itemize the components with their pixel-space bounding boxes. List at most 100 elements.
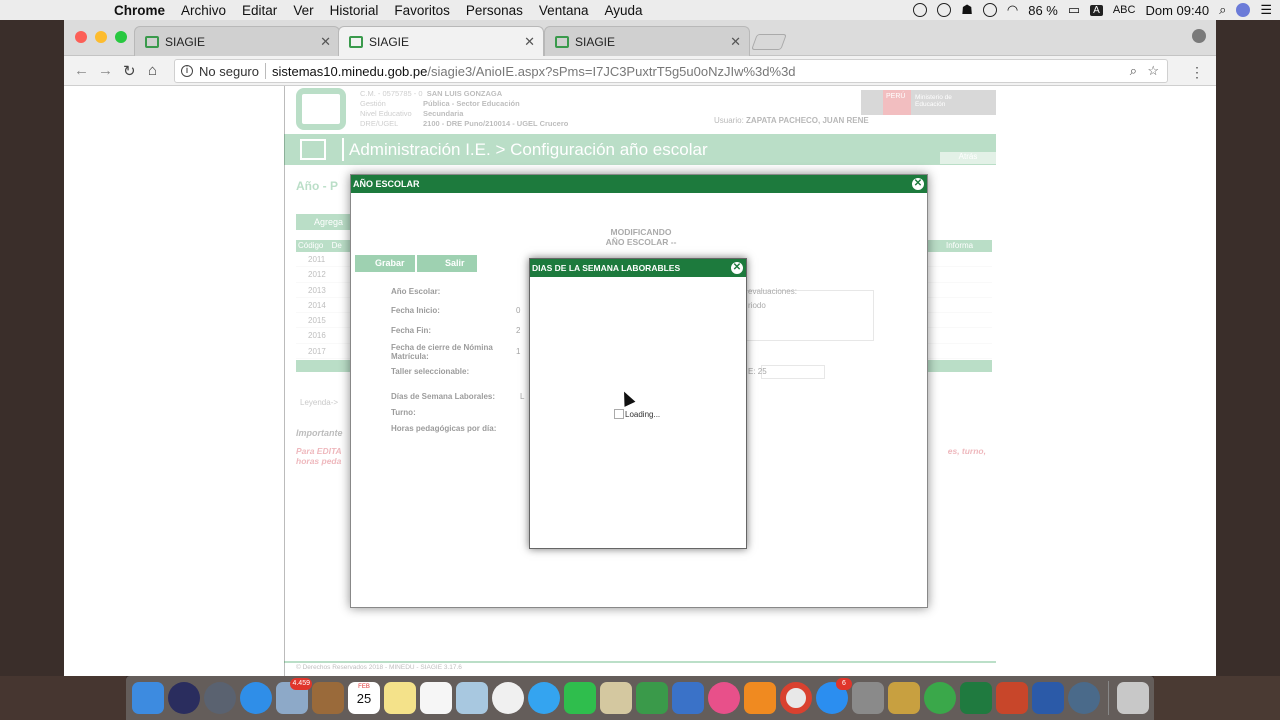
dialog-title: DIAS DE LA SEMANA LABORABLES (530, 259, 746, 277)
menu-app-chrome[interactable]: Chrome (114, 3, 165, 18)
safari-icon[interactable] (240, 682, 272, 714)
siagie-favicon (145, 35, 159, 48)
preview-icon[interactable] (456, 682, 488, 714)
mail-icon[interactable]: 4.459 (276, 678, 312, 714)
address-bar[interactable]: i No seguro sistemas10.minedu.gob.pe /si… (174, 59, 1168, 83)
col-codigo: Código (298, 241, 324, 250)
minimize-window-button[interactable] (95, 31, 107, 43)
notes-icon[interactable] (384, 682, 416, 714)
ie-value: E: 25 (748, 367, 767, 376)
calendar-icon[interactable]: FEB 25 (348, 682, 380, 714)
close-icon[interactable]: ✕ (911, 177, 925, 191)
keynote-icon[interactable] (672, 682, 704, 714)
profile-icon[interactable] (1192, 29, 1206, 43)
reload-icon[interactable]: ↻ (123, 62, 136, 80)
finder-icon[interactable] (132, 682, 164, 714)
record-icon[interactable] (913, 3, 928, 17)
siagie-logo (296, 88, 346, 130)
app-store-icon[interactable]: 6 (816, 678, 852, 714)
tab-close-icon[interactable]: ✕ (320, 34, 331, 50)
menu-archivo[interactable]: Archivo (181, 3, 226, 18)
tab-siagie-2[interactable]: SIAGIE ✕ (338, 26, 544, 57)
tab-close-icon[interactable]: ✕ (524, 34, 535, 50)
close-window-button[interactable] (75, 31, 87, 43)
menu-bar: Chrome Archivo Editar Ver Historial Favo… (0, 0, 1280, 20)
wifi-icon[interactable]: ◠ (1007, 2, 1018, 18)
chrome-window: SIAGIE ✕ SIAGIE ✕ SIAGIE ✕ ← → ↻ ⌂ i No … (64, 20, 1216, 676)
excel-icon[interactable] (960, 682, 992, 714)
clock[interactable]: Dom 09:40 (1145, 3, 1209, 18)
notification-center-icon[interactable]: ☰ (1260, 2, 1272, 18)
tab-siagie-1[interactable]: SIAGIE ✕ (134, 26, 340, 56)
numbers-icon[interactable] (636, 682, 668, 714)
screen-recorder-icon[interactable] (1068, 682, 1100, 714)
divider (342, 138, 344, 161)
url-path[interactable]: /siagie3/AnioIE.aspx?sPms=I7JC3PuxtrT5g5… (427, 64, 795, 79)
grabar-button[interactable]: Grabar (355, 255, 415, 272)
facetime-icon[interactable] (564, 682, 596, 714)
col-de: De (331, 241, 342, 250)
pages-icon[interactable] (600, 682, 632, 714)
fin-value[interactable]: 2 (516, 326, 520, 335)
url-host[interactable]: sistemas10.minedu.gob.pe (272, 64, 427, 79)
menu-historial[interactable]: Historial (330, 3, 379, 18)
siri-icon[interactable] (1236, 3, 1251, 17)
info-icon[interactable]: i (181, 65, 193, 77)
reminders-icon[interactable] (420, 682, 452, 714)
input-source-label[interactable]: ABC (1113, 4, 1136, 16)
word-icon[interactable] (1032, 682, 1064, 714)
broken-image-icon (614, 409, 624, 419)
spotlight-search-icon[interactable]: ⌕ (1219, 2, 1226, 18)
creative-cloud-icon[interactable] (937, 3, 952, 17)
vpn-icon[interactable] (982, 3, 997, 17)
back-button[interactable]: Atrás (940, 152, 996, 164)
security-label[interactable]: No seguro (199, 64, 259, 79)
siri-icon[interactable] (168, 682, 200, 714)
chrome-menu-icon[interactable]: ⋮ (1190, 64, 1204, 81)
messages-icon[interactable] (528, 682, 560, 714)
inicio-value[interactable]: 0 (516, 306, 520, 315)
close-icon[interactable]: ✕ (730, 261, 744, 275)
menu-ver[interactable]: Ver (293, 3, 313, 18)
dropbox-icon[interactable]: ☗ (961, 2, 973, 18)
zoom-icon[interactable]: ⌕ (1130, 63, 1137, 79)
itunes-icon[interactable] (708, 682, 740, 714)
bookmark-star-icon[interactable]: ☆ (1147, 63, 1159, 79)
menu-ventana[interactable]: Ventana (539, 3, 589, 18)
menu-favoritos[interactable]: Favoritos (394, 3, 450, 18)
salir-button[interactable]: Salir (417, 255, 477, 272)
siagie-favicon (555, 35, 569, 48)
contacts-icon[interactable] (312, 682, 344, 714)
photos-icon[interactable] (492, 682, 524, 714)
system-preferences-icon[interactable] (852, 682, 884, 714)
battery-text[interactable]: 86 % (1028, 3, 1058, 18)
dre-label: DRE/UGEL (360, 119, 399, 128)
ie-label: E: (748, 367, 756, 376)
keyboard-input-icon[interactable]: A (1090, 4, 1103, 16)
menu-personas[interactable]: Personas (466, 3, 523, 18)
dias-value[interactable]: L (520, 392, 524, 401)
cierre-value[interactable]: 1 (516, 347, 520, 356)
zoom-window-button[interactable] (115, 31, 127, 43)
trash-icon[interactable] (1117, 682, 1149, 714)
tab-siagie-3[interactable]: SIAGIE ✕ (544, 26, 750, 56)
forward-icon[interactable]: → (98, 62, 113, 79)
calendar-month: FEB (358, 684, 370, 690)
launchpad-icon[interactable] (204, 682, 236, 714)
ibooks-icon[interactable] (744, 682, 776, 714)
edit-note-right: es, turno, (947, 446, 986, 456)
tab-close-icon[interactable]: ✕ (730, 34, 741, 50)
home-icon[interactable]: ⌂ (148, 62, 157, 79)
fin-label: Fecha Fin: (391, 326, 432, 335)
chrome-icon[interactable] (780, 682, 812, 714)
utorrent-icon[interactable] (924, 682, 956, 714)
menu-editar[interactable]: Editar (242, 3, 277, 18)
back-icon[interactable]: ← (74, 62, 89, 79)
battery-icon[interactable]: ▭ (1068, 2, 1080, 18)
new-tab-button[interactable] (751, 34, 787, 50)
powerpoint-icon[interactable] (996, 682, 1028, 714)
ie-box[interactable] (761, 365, 825, 379)
browser-toolbar: ← → ↻ ⌂ i No seguro sistemas10.minedu.go… (64, 56, 1216, 86)
archive-utility-icon[interactable] (888, 682, 920, 714)
menu-ayuda[interactable]: Ayuda (604, 3, 642, 18)
